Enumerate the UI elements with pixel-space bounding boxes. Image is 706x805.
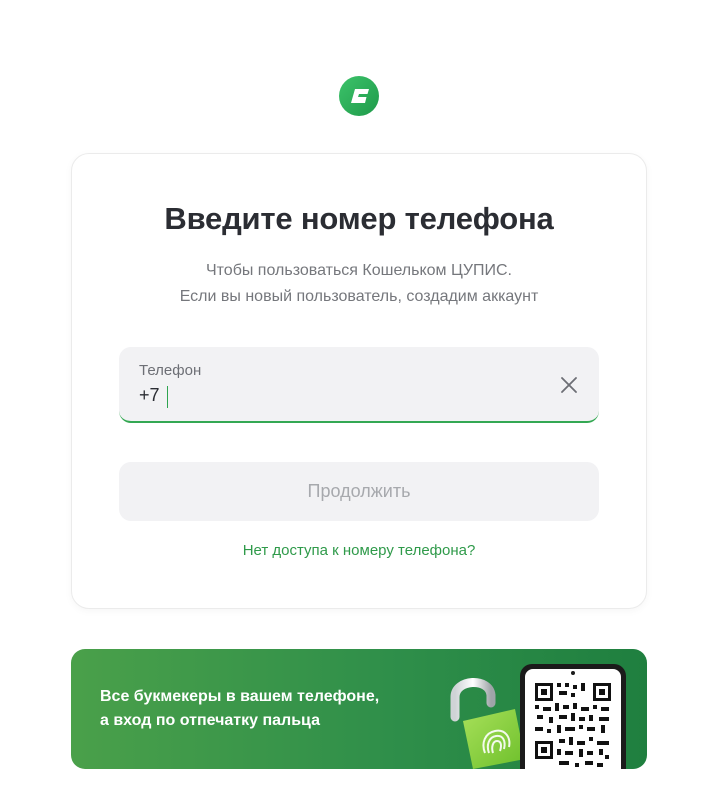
banner-line-1: Все букмекеры в вашем телефоне, (100, 688, 380, 705)
auth-card: Введите номер телефона Чтобы пользоватьс… (71, 153, 647, 609)
text-caret (167, 386, 168, 408)
subtitle-line-2: Если вы новый пользователь, создадим акк… (179, 288, 539, 305)
banner-text: Все букмекеры в вашем телефоне, а вход п… (100, 685, 379, 733)
promo-banner[interactable]: Все букмекеры в вашем телефоне, а вход п… (71, 649, 647, 769)
subtitle-line-1: Чтобы пользоваться Кошельком ЦУПИС. (205, 262, 512, 279)
page-title: Введите номер телефона (164, 201, 554, 236)
close-icon[interactable] (559, 375, 579, 395)
wallet-logo-icon (339, 76, 379, 116)
phone-field-label: Телефон (139, 362, 202, 379)
banner-line-2: а вход по отпечатку пальца (100, 712, 320, 729)
subtitle: Чтобы пользоваться Кошельком ЦУПИС. Если… (72, 258, 646, 310)
continue-button[interactable]: Продолжить (119, 462, 599, 521)
phone-field-value[interactable]: +7 (139, 385, 160, 406)
auth-page: Введите номер телефона Чтобы пользоватьс… (0, 0, 706, 805)
no-phone-access-link[interactable]: Нет доступа к номеру телефона? (72, 542, 646, 559)
phone-input[interactable]: Телефон +7 (119, 347, 599, 423)
qr-code-icon (520, 664, 626, 769)
